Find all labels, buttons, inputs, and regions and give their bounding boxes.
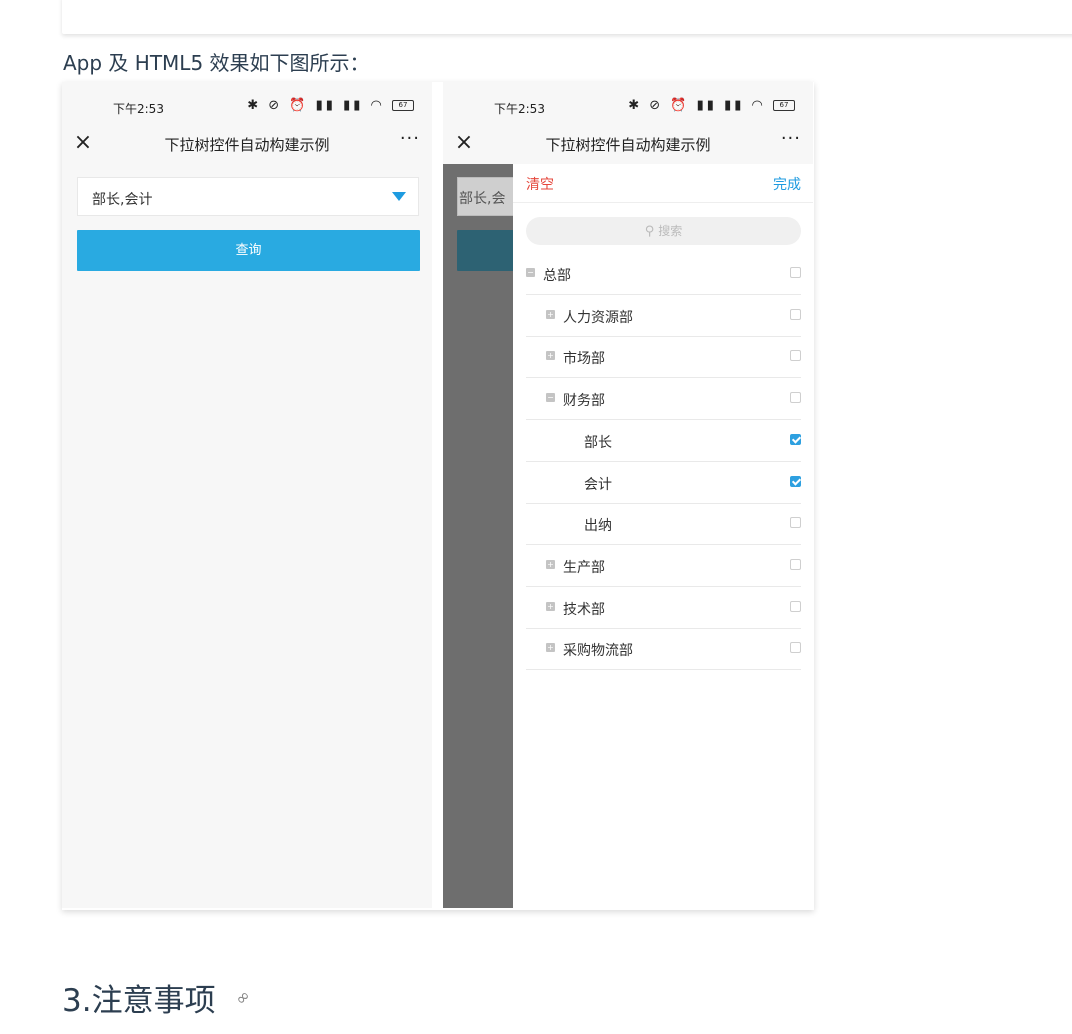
expand-icon[interactable]: + — [546, 309, 555, 319]
demo-screenshot: 下午2:53 ✱ ⊘ ⏰ ▮▮ ▮▮ ◠ 67 × 下拉树控件自动构建示例 ··… — [62, 82, 814, 910]
search-placeholder: 搜索 — [658, 224, 683, 238]
more-icon[interactable]: ··· — [781, 128, 801, 149]
search-input[interactable]: ⚲ 搜索 — [526, 217, 801, 245]
tree-node[interactable]: 出纳 — [526, 503, 801, 546]
expand-icon[interactable]: + — [546, 601, 555, 611]
page-title: 下拉树控件自动构建示例 — [545, 136, 711, 154]
tree-node[interactable]: + 人力资源部 — [526, 295, 801, 337]
collapse-icon[interactable]: − — [526, 268, 535, 277]
tree-node[interactable]: 部长 — [526, 420, 801, 462]
modal-backdrop[interactable]: 部长,会 — [443, 164, 517, 908]
tree-node-label: 采购物流部 — [563, 643, 633, 660]
tree-select-field[interactable]: 部长,会计 — [77, 177, 419, 216]
previous-content-card — [62, 0, 1072, 34]
expand-icon[interactable]: + — [546, 643, 555, 653]
status-icons: ✱ ⊘ ⏰ ▮▮ ▮▮ ◠ 67 — [628, 98, 795, 113]
tree-picker-panel: 清空 完成 ⚲ 搜索 − 总部 + 人力资源部 + 市场部 − 财务部 部长 会计 出纳 + 生产部 + 技术… — [513, 164, 813, 908]
node-checkbox[interactable] — [790, 475, 801, 487]
battery-icon: 67 — [773, 100, 795, 111]
tree-node[interactable]: + 技术部 — [526, 587, 801, 629]
node-checkbox[interactable] — [790, 308, 801, 320]
tree-node[interactable]: + 采购物流部 — [526, 628, 801, 671]
signal-icons: ✱ ⊘ ⏰ ▮▮ ▮▮ ◠ — [247, 98, 385, 113]
collapse-icon[interactable]: − — [546, 393, 555, 403]
tree-node-label: 会计 — [584, 476, 612, 493]
tree-node-label: 人力资源部 — [563, 309, 633, 326]
more-icon[interactable]: ··· — [400, 128, 420, 149]
status-time: 下午2:53 — [494, 102, 545, 116]
status-bar: 下午2:53 ✱ ⊘ ⏰ ▮▮ ▮▮ ◠ 67 — [443, 82, 813, 128]
intro-text: App 及 HTML5 效果如下图所示： — [63, 51, 370, 75]
node-checkbox[interactable] — [790, 600, 801, 612]
form-content: 部长,会计 查询 — [62, 164, 432, 908]
nav-bar: × 下拉树控件自动构建示例 ··· — [443, 128, 813, 164]
node-checkbox[interactable] — [790, 267, 801, 278]
tree-node-label: 生产部 — [563, 559, 605, 576]
node-checkbox[interactable] — [790, 558, 801, 570]
query-button[interactable]: 查询 — [77, 230, 420, 271]
tree-node[interactable]: − 财务部 — [526, 378, 801, 421]
tree-node-label: 部长 — [584, 434, 612, 451]
tree-node[interactable]: 会计 — [526, 462, 801, 504]
dropdown-arrow-icon — [392, 192, 406, 201]
tree-node[interactable]: − 总部 — [526, 253, 801, 295]
tree-node[interactable]: + 市场部 — [526, 336, 801, 379]
tree-node[interactable]: + 生产部 — [526, 545, 801, 587]
signal-icons: ✱ ⊘ ⏰ ▮▮ ▮▮ ◠ — [628, 98, 766, 113]
tree-node-label: 财务部 — [563, 393, 605, 410]
tree-node-label: 总部 — [543, 268, 571, 284]
tree-node-label: 市场部 — [563, 351, 605, 368]
nav-bar: × 下拉树控件自动构建示例 ··· — [62, 128, 432, 164]
page-title: 下拉树控件自动构建示例 — [164, 136, 330, 154]
done-button[interactable]: 完成 — [773, 174, 801, 194]
status-bar: 下午2:53 ✱ ⊘ ⏰ ▮▮ ▮▮ ◠ 67 — [62, 82, 432, 128]
link-anchor-icon[interactable]: ∞ — [231, 986, 255, 1010]
tree-select-value: 部长,会计 — [92, 192, 153, 208]
status-time: 下午2:53 — [113, 102, 164, 116]
node-checkbox[interactable] — [790, 433, 801, 445]
node-checkbox[interactable] — [790, 392, 801, 404]
node-checkbox[interactable] — [790, 642, 801, 654]
section-heading: 3.注意事项 — [62, 983, 216, 1019]
node-checkbox[interactable] — [790, 517, 801, 529]
html5-screen: 下午2:53 ✱ ⊘ ⏰ ▮▮ ▮▮ ◠ 67 × 下拉树控件自动构建示例 ··… — [443, 82, 813, 908]
status-icons: ✱ ⊘ ⏰ ▮▮ ▮▮ ◠ 67 — [247, 98, 414, 113]
expand-icon[interactable]: + — [546, 351, 555, 361]
battery-icon: 67 — [392, 100, 414, 111]
panel-header: 清空 完成 — [513, 164, 813, 203]
tree-select-value-dimmed: 部长,会 — [459, 191, 506, 207]
tree-node-label: 技术部 — [563, 601, 605, 618]
search-icon: ⚲ — [644, 224, 655, 239]
tree-node-label: 出纳 — [584, 518, 612, 535]
query-button-dimmed — [457, 230, 517, 271]
clear-button[interactable]: 清空 — [526, 174, 554, 194]
node-checkbox[interactable] — [790, 350, 801, 362]
app-screen: 下午2:53 ✱ ⊘ ⏰ ▮▮ ▮▮ ◠ 67 × 下拉树控件自动构建示例 ··… — [62, 82, 432, 908]
expand-icon[interactable]: + — [546, 559, 555, 569]
